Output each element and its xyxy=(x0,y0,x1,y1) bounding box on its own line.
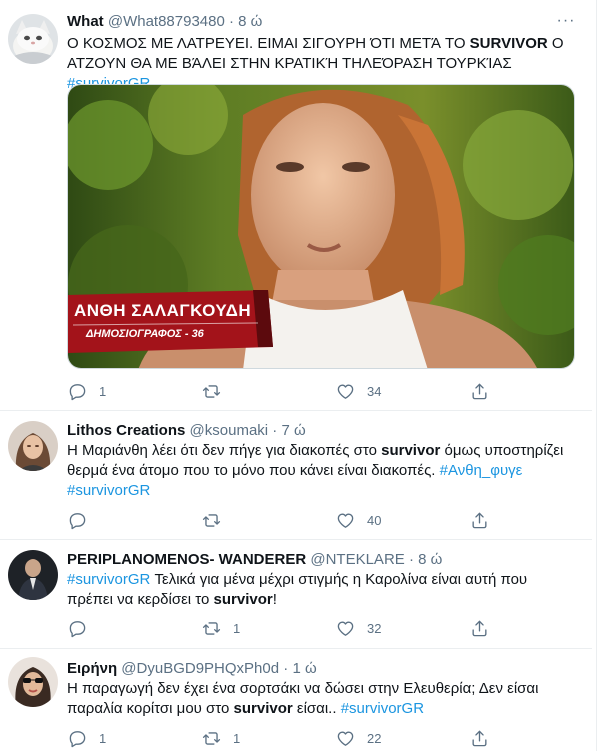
hashtag-link[interactable]: #survivorGR xyxy=(67,482,150,499)
timestamp[interactable]: 8 ώ xyxy=(238,13,262,30)
text-segment: Η Μαριάνθη λέει ότι δεν πήγε για διακοπέ… xyxy=(67,442,382,459)
separator-dot: · xyxy=(283,660,289,677)
timestamp[interactable]: 1 ώ xyxy=(292,660,316,677)
reply-count: 1 xyxy=(99,730,107,746)
retweet-icon xyxy=(202,621,221,635)
like-count: 34 xyxy=(367,383,382,399)
tweet-actions: 1 1 22 xyxy=(62,727,502,749)
tweet-actions: 1 32 xyxy=(62,617,502,639)
tweet-text: Η Μαριάνθη λέει ότι δεν πήγε για διακοπέ… xyxy=(67,441,575,501)
tweet-header: What @What88793480 · 8 ώ xyxy=(67,12,262,32)
timeline: What @What88793480 · 8 ώ ··· Ο ΚΟΣΜΟΣ ΜΕ… xyxy=(0,0,597,751)
separator-dot: · xyxy=(408,551,414,568)
retweet-icon xyxy=(202,384,221,398)
heart-icon xyxy=(337,730,354,746)
share-icon xyxy=(472,620,487,636)
bold-keyword: survivor xyxy=(381,442,441,459)
retweet-button[interactable]: 1 xyxy=(202,617,240,639)
share-icon xyxy=(472,383,487,399)
handle[interactable]: @ksoumaki xyxy=(190,422,269,439)
tweet[interactable]: PERIPLANOMENOS- WANDERER @NTEKLARE · 8 ώ… xyxy=(0,540,592,649)
bold-keyword: SURVIVOR xyxy=(469,35,548,52)
more-options-icon[interactable]: ··· xyxy=(554,13,578,34)
share-button[interactable] xyxy=(470,509,489,531)
share-button[interactable] xyxy=(470,727,489,749)
avatar[interactable] xyxy=(8,14,58,64)
heart-icon xyxy=(337,620,354,636)
share-button[interactable] xyxy=(470,617,489,639)
reply-button[interactable] xyxy=(68,509,99,531)
tweet-text: #survivorGR Τελικά για μένα μέχρι στιγμή… xyxy=(67,570,575,610)
reply-button[interactable]: 1 xyxy=(68,380,106,402)
heart-icon xyxy=(337,512,354,528)
bold-keyword: survivor xyxy=(233,700,293,717)
hashtag-link[interactable]: #Ανθη_φυγε xyxy=(440,462,523,479)
handle[interactable]: @NTEKLARE xyxy=(310,551,404,568)
tweet[interactable]: Ειρήνη @DyuBGD9PHQxPh0d · 1 ώ Η παραγωγή… xyxy=(0,649,592,751)
tweet[interactable]: What @What88793480 · 8 ώ ··· Ο ΚΟΣΜΟΣ ΜΕ… xyxy=(0,0,592,411)
tweet-header: Ειρήνη @DyuBGD9PHQxPh0d · 1 ώ xyxy=(67,659,317,679)
reply-icon xyxy=(69,383,86,400)
retweet-button[interactable]: 1 xyxy=(202,727,240,749)
avatar[interactable] xyxy=(8,657,58,707)
heart-icon xyxy=(337,383,354,399)
handle[interactable]: @What88793480 xyxy=(108,13,225,30)
text-segment: Ο ΚΟΣΜΟΣ ΜΕ ΛΑΤΡΕΥΕΙ. ΕΙΜΑΙ ΣΙΓΟΥΡΗ ΌΤΙ … xyxy=(67,35,470,52)
retweet-count: 1 xyxy=(233,620,241,636)
reply-icon xyxy=(69,620,86,637)
tweet[interactable]: Lithos Creations @ksoumaki · 7 ώ Η Μαριά… xyxy=(0,411,592,540)
text-segment: ! xyxy=(272,591,277,608)
hashtag-link[interactable]: #survivorGR xyxy=(67,571,150,588)
separator-dot: · xyxy=(272,422,278,439)
retweet-button[interactable] xyxy=(202,509,233,531)
retweet-icon xyxy=(202,731,221,745)
handle[interactable]: @DyuBGD9PHQxPh0d xyxy=(121,660,279,677)
display-name[interactable]: Ειρήνη xyxy=(67,660,117,677)
like-button[interactable]: 32 xyxy=(336,617,381,639)
lower-third-name: ΑΝΘΗ ΣΑΛΑΓΚΟΥΔΗ xyxy=(74,301,252,320)
text-segment: είσαι.. xyxy=(292,700,341,717)
share-button[interactable] xyxy=(470,380,489,402)
like-count: 32 xyxy=(367,620,382,636)
bold-keyword: survivor xyxy=(213,591,273,608)
timestamp[interactable]: 8 ώ xyxy=(418,551,442,568)
media-photo xyxy=(68,85,574,368)
tweet-media-image[interactable]: ΑΝΘΗ ΣΑΛΑΓΚΟΥΔΗ ΔΗΜΟΣΙΟΓΡΑΦΟΣ - 36 xyxy=(67,84,575,369)
reply-button[interactable] xyxy=(68,617,99,639)
avatar[interactable] xyxy=(8,550,58,600)
display-name[interactable]: Lithos Creations xyxy=(67,422,185,439)
like-button[interactable]: 22 xyxy=(336,727,381,749)
separator-dot: · xyxy=(229,13,234,30)
display-name[interactable]: What xyxy=(67,13,104,30)
reply-icon xyxy=(69,512,86,529)
avatar[interactable] xyxy=(8,421,58,471)
reply-icon xyxy=(69,730,86,747)
hashtag-link[interactable]: #survivorGR xyxy=(341,700,424,717)
share-icon xyxy=(472,730,487,746)
tweet-header: Lithos Creations @ksoumaki · 7 ώ xyxy=(67,421,306,441)
reply-count: 1 xyxy=(99,383,107,399)
tweet-text: Η παραγωγή δεν έχει ένα σορτσάκι να δώσε… xyxy=(67,679,575,719)
like-count: 40 xyxy=(367,512,382,528)
retweet-button[interactable] xyxy=(202,380,233,402)
like-button[interactable]: 34 xyxy=(336,380,381,402)
timestamp[interactable]: 7 ώ xyxy=(281,422,305,439)
tweet-actions: 1 34 xyxy=(62,380,502,402)
like-button[interactable]: 40 xyxy=(336,509,381,531)
tweet-actions: 40 xyxy=(62,509,502,531)
retweet-count: 1 xyxy=(233,730,241,746)
retweet-icon xyxy=(202,513,221,527)
lower-third-role: ΔΗΜΟΣΙΟΓΡΑΦΟΣ - 36 xyxy=(86,328,204,340)
share-icon xyxy=(472,512,487,528)
display-name[interactable]: PERIPLANOMENOS- WANDERER xyxy=(67,551,306,568)
tweet-header: PERIPLANOMENOS- WANDERER @NTEKLARE · 8 ώ xyxy=(67,550,442,570)
reply-button[interactable]: 1 xyxy=(68,727,106,749)
like-count: 22 xyxy=(367,730,382,746)
